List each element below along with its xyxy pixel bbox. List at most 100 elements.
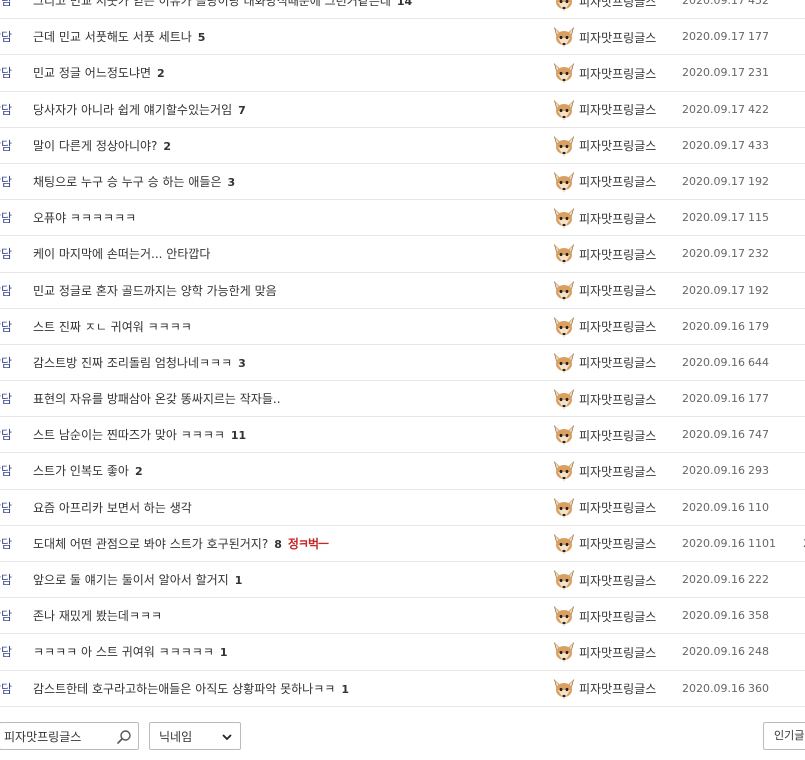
writer-cell[interactable]: 피자맛프링글스 — [552, 676, 656, 702]
writer-nickname[interactable]: 피자맛프링글스 — [579, 137, 656, 154]
search-icon[interactable] — [116, 729, 132, 745]
category-label[interactable]: 잡담 — [0, 526, 12, 562]
reply-count[interactable]: 2 — [135, 465, 143, 478]
post-title-link[interactable]: 그리고 민교 서풋가 얻는 이유가 클랑이랑 대화방식때문에 그런거같은데 — [33, 0, 391, 8]
reply-count[interactable]: 3 — [238, 357, 246, 370]
fox-avatar-icon — [552, 170, 576, 194]
writer-cell[interactable]: 피자맛프링글스 — [552, 0, 656, 14]
category-label[interactable]: 잡담 — [0, 562, 12, 598]
writer-nickname[interactable]: 피자맛프링글스 — [579, 173, 656, 190]
post-title-link[interactable]: 민교 정글로 혼자 골드까지는 양학 가능한게 맞음 — [33, 284, 277, 298]
writer-cell[interactable]: 피자맛프링글스 — [552, 278, 656, 304]
post-title-link[interactable]: 요즘 아프리카 보면서 하는 생각 — [33, 501, 192, 515]
category-label[interactable]: 잡담 — [0, 92, 12, 128]
writer-cell[interactable]: 피자맛프링글스 — [552, 567, 656, 593]
post-title-link[interactable]: 도대체 어떤 관점으로 봐야 스트가 호구된거지? — [33, 537, 268, 551]
writer-nickname[interactable]: 피자맛프링글스 — [579, 210, 656, 227]
post-title-link[interactable]: 감스트한테 호구라고하는애들은 아직도 상황파악 못하나ㅋㅋ — [33, 682, 335, 696]
writer-cell[interactable]: 피자맛프링글스 — [552, 603, 656, 629]
reply-count[interactable]: 2 — [157, 67, 165, 80]
reply-count[interactable]: 7 — [238, 104, 246, 117]
search-input[interactable] — [0, 728, 116, 744]
post-title-link[interactable]: 민교 정글 어느정도냐면 — [33, 66, 151, 80]
writer-nickname[interactable]: 피자맛프링글스 — [579, 499, 656, 516]
writer-nickname[interactable]: 피자맛프링글스 — [579, 572, 656, 589]
writer-cell[interactable]: 피자맛프링글스 — [552, 350, 656, 376]
reply-count[interactable]: 8 — [274, 538, 282, 551]
writer-cell[interactable]: 피자맛프링글스 — [552, 241, 656, 267]
writer-cell[interactable]: 피자맛프링글스 — [552, 639, 656, 665]
category-label[interactable]: 잡담 — [0, 453, 12, 489]
reply-count[interactable]: 2 — [163, 140, 171, 153]
writer-nickname[interactable]: 피자맛프링글스 — [579, 246, 656, 263]
writer-nickname[interactable]: 피자맛프링글스 — [579, 644, 656, 661]
writer-nickname[interactable]: 피자맛프링글스 — [579, 65, 656, 82]
post-title-link[interactable]: ㅋㅋㅋㅋ 아 스트 귀여워 ㅋㅋㅋㅋㅋ — [33, 645, 214, 659]
writer-nickname[interactable]: 피자맛프링글스 — [579, 101, 656, 118]
table-row: 잡담 근데 민교 서풋해도 서풋 세트나 5 피자맛프링글스 2020.09.17177 — [0, 19, 805, 56]
category-label[interactable]: 잡담 — [0, 381, 12, 417]
writer-nickname[interactable]: 피자맛프링글스 — [579, 391, 656, 408]
writer-nickname[interactable]: 피자맛프링글스 — [579, 0, 656, 10]
post-title-link[interactable]: 앞으로 둘 얘기는 둘이서 알아서 할거지 — [33, 573, 229, 587]
post-title-link[interactable]: 존나 재밌게 봤는데ㅋㅋㅋ — [33, 609, 162, 623]
post-title-link[interactable]: 표현의 자유를 방패삼아 온갖 똥싸지르는 작자들.. — [33, 392, 281, 406]
category-label[interactable]: 잡담 — [0, 598, 12, 634]
popular-posts-button[interactable]: 인기글 — [763, 722, 805, 750]
category-label[interactable]: 잡담 — [0, 345, 12, 381]
writer-cell[interactable]: 피자맛프링글스 — [552, 205, 656, 231]
post-title-link[interactable]: 당사자가 아니라 쉽게 얘기할수있는거임 — [33, 103, 232, 117]
category-label[interactable]: 잡담 — [0, 490, 12, 526]
reply-count[interactable]: 14 — [397, 0, 412, 8]
writer-nickname[interactable]: 피자맛프링글스 — [579, 535, 656, 552]
writer-nickname[interactable]: 피자맛프링글스 — [579, 463, 656, 480]
post-title-link[interactable]: 스트가 인복도 좋아 — [33, 464, 129, 478]
writer-cell[interactable]: 피자맛프링글스 — [552, 531, 656, 557]
category-label[interactable]: 잡담 — [0, 19, 12, 55]
writer-nickname[interactable]: 피자맛프링글스 — [579, 680, 656, 697]
writer-cell[interactable]: 피자맛프링글스 — [552, 133, 656, 159]
category-label[interactable]: 잡담 — [0, 200, 12, 236]
search-type-select[interactable]: 닉네임 — [149, 722, 241, 750]
writer-cell[interactable]: 피자맛프링글스 — [552, 458, 656, 484]
table-row: 잡담 민교 정글로 혼자 골드까지는 양학 가능한게 맞음 피자맛프링글스 2020.… — [0, 273, 805, 309]
category-label[interactable]: 잡담 — [0, 671, 12, 707]
category-label[interactable]: 잡담 — [0, 55, 12, 91]
category-label[interactable]: 잡담 — [0, 236, 12, 272]
writer-cell[interactable]: 피자맛프링글스 — [552, 386, 656, 412]
post-title-link[interactable]: 스트 진짜 ㅈㄴ 귀여워 ㅋㅋㅋㅋ — [33, 320, 192, 334]
writer-cell[interactable]: 피자맛프링글스 — [552, 97, 656, 123]
writer-cell[interactable]: 피자맛프링글스 — [552, 24, 656, 50]
reply-count[interactable]: 3 — [228, 176, 236, 189]
post-title-link[interactable]: 채팅으로 누구 승 누구 승 하는 애들은 — [33, 175, 222, 189]
reply-count[interactable]: 11 — [231, 429, 246, 442]
category-label[interactable]: 잡담 — [0, 417, 12, 453]
reply-count[interactable]: 1 — [235, 574, 243, 587]
writer-cell[interactable]: 피자맛프링글스 — [552, 169, 656, 195]
writer-cell[interactable]: 피자맛프링글스 — [552, 60, 656, 86]
reply-count[interactable]: 5 — [198, 31, 206, 44]
category-label[interactable]: 잡담 — [0, 273, 12, 309]
post-title-link[interactable]: 말이 다른게 정상아니야? — [33, 139, 157, 153]
post-title-link[interactable]: 감스트방 진짜 조리돌림 엄청나네ㅋㅋㅋ — [33, 356, 232, 370]
post-title-link[interactable]: 오퓨야 ㅋㅋㅋㅋㅋㅋ — [33, 211, 136, 225]
writer-cell[interactable]: 피자맛프링글스 — [552, 422, 656, 448]
category-label[interactable]: 잡담 — [0, 309, 12, 345]
reply-count[interactable]: 1 — [341, 683, 349, 696]
writer-cell[interactable]: 피자맛프링글스 — [552, 495, 656, 521]
post-title-link[interactable]: 근데 민교 서풋해도 서풋 세트나 — [33, 30, 192, 44]
writer-nickname[interactable]: 피자맛프링글스 — [579, 29, 656, 46]
post-title-link[interactable]: 스트 남순이는 찐따즈가 맞아 ㅋㅋㅋㅋ — [33, 428, 225, 442]
category-label[interactable]: 잡담 — [0, 164, 12, 200]
writer-nickname[interactable]: 피자맛프링글스 — [579, 354, 656, 371]
writer-nickname[interactable]: 피자맛프링글스 — [579, 282, 656, 299]
writer-cell[interactable]: 피자맛프링글스 — [552, 314, 656, 340]
writer-nickname[interactable]: 피자맛프링글스 — [579, 608, 656, 625]
reply-count[interactable]: 1 — [220, 646, 228, 659]
category-label[interactable]: 잡담 — [0, 128, 12, 164]
post-title-link[interactable]: 케이 마지막에 손떠는거... 안타깝다 — [33, 247, 210, 261]
category-label[interactable]: 잡담 — [0, 0, 12, 19]
writer-nickname[interactable]: 피자맛프링글스 — [579, 318, 656, 335]
writer-nickname[interactable]: 피자맛프링글스 — [579, 427, 656, 444]
category-label[interactable]: 잡담 — [0, 634, 12, 670]
